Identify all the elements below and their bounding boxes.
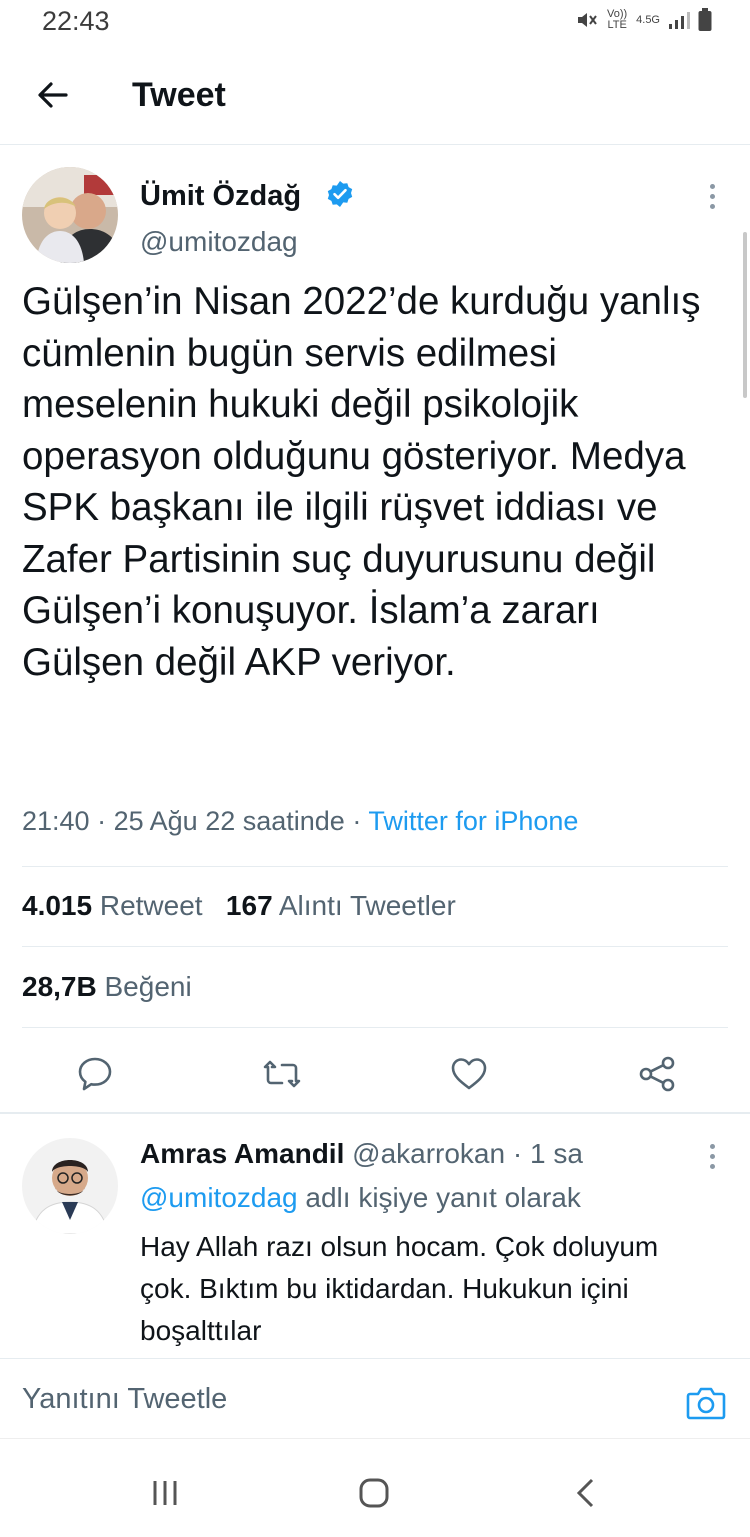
retweet-icon[interactable] bbox=[262, 1054, 302, 1094]
divider bbox=[22, 866, 728, 867]
tweet-source-link[interactable]: Twitter for iPhone bbox=[368, 806, 578, 836]
meta-separator: · bbox=[352, 806, 362, 836]
like-label[interactable]: Beğeni bbox=[105, 971, 192, 1002]
reply-author-avatar[interactable] bbox=[22, 1138, 118, 1234]
quote-label[interactable]: Alıntı Tweetler bbox=[279, 890, 456, 921]
divider bbox=[22, 946, 728, 947]
mute-icon bbox=[578, 13, 597, 27]
replying-to-suffix: adlı kişiye yanıt olarak bbox=[305, 1182, 581, 1213]
tweet-time: 21:40 bbox=[22, 806, 90, 836]
more-options-icon[interactable] bbox=[708, 184, 716, 212]
status-time: 22:43 bbox=[42, 6, 110, 36]
scrollbar[interactable] bbox=[743, 232, 747, 398]
home-icon[interactable] bbox=[358, 1477, 390, 1509]
tweet-timestamp: 21:40 · 25 Ağu 22 saatinde · Twitter for… bbox=[22, 806, 578, 837]
author-handle[interactable]: @umitozdag bbox=[140, 226, 298, 258]
page-title: Tweet bbox=[132, 76, 226, 114]
like-stats: 28,7B Beğeni bbox=[22, 971, 192, 1003]
meta-separator: · bbox=[97, 806, 107, 836]
battery-icon bbox=[698, 8, 712, 31]
share-icon[interactable] bbox=[637, 1054, 677, 1094]
status-icons: Vo)) LTE 4.5G bbox=[576, 8, 712, 32]
network-indicator: 4.5G bbox=[636, 13, 660, 26]
recent-apps-icon[interactable] bbox=[150, 1479, 180, 1507]
section-divider bbox=[0, 1112, 750, 1114]
top-app-bar: Tweet bbox=[0, 48, 750, 145]
author-avatar[interactable] bbox=[22, 167, 118, 263]
divider bbox=[22, 1027, 728, 1028]
reply-author-name[interactable]: Amras Amandil bbox=[140, 1138, 344, 1169]
reply-compose-bar[interactable]: Yanıtını Tweetle bbox=[0, 1358, 750, 1439]
retweet-count[interactable]: 4.015 bbox=[22, 890, 92, 921]
author-name[interactable]: Ümit Özdağ bbox=[140, 180, 301, 213]
volte-indicator: Vo)) LTE bbox=[607, 8, 628, 31]
retweet-label[interactable]: Retweet bbox=[100, 890, 203, 921]
reply-more-options-icon[interactable] bbox=[708, 1144, 716, 1172]
system-back-icon[interactable] bbox=[574, 1477, 596, 1509]
quote-count[interactable]: 167 bbox=[226, 890, 273, 921]
reply-header: Amras Amandil @akarrokan · 1 sa bbox=[140, 1138, 583, 1170]
reply-time: · 1 sa bbox=[512, 1138, 583, 1169]
back-arrow-icon[interactable] bbox=[36, 78, 70, 112]
camera-icon[interactable] bbox=[686, 1385, 726, 1421]
reply-input[interactable]: Yanıtını Tweetle bbox=[22, 1383, 227, 1416]
signal-icon bbox=[669, 12, 690, 29]
tweet-date: 25 Ağu 22 saatinde bbox=[113, 806, 345, 836]
status-bar: 22:43 Vo)) LTE 4.5G bbox=[0, 0, 750, 48]
tweet-text: Gülşen’in Nisan 2022’de kurduğu yanlış c… bbox=[22, 280, 701, 684]
reply-text: Hay Allah razı olsun hocam. Çok doluyum … bbox=[140, 1231, 659, 1346]
system-navigation-bar bbox=[0, 1438, 750, 1537]
replying-to: @umitozdag adlı kişiye yanıt olarak bbox=[140, 1182, 581, 1214]
verified-badge-icon bbox=[327, 181, 353, 207]
reply-author-handle[interactable]: @akarrokan bbox=[352, 1138, 505, 1169]
replying-to-mention[interactable]: @umitozdag bbox=[140, 1182, 298, 1213]
like-count[interactable]: 28,7B bbox=[22, 971, 97, 1002]
retweet-stats: 4.015 Retweet 167 Alıntı Tweetler bbox=[22, 890, 456, 922]
like-heart-icon[interactable] bbox=[449, 1054, 489, 1094]
reply-icon[interactable] bbox=[75, 1054, 115, 1094]
